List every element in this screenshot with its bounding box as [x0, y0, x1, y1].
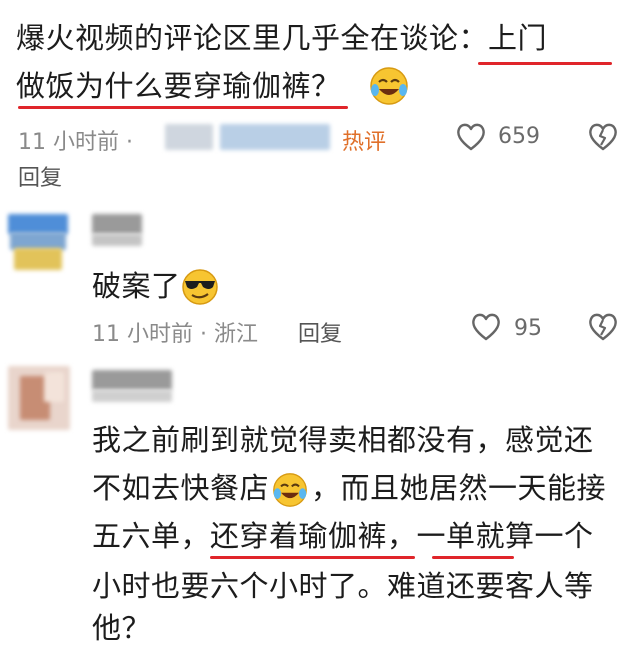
reply-button[interactable]: 回复: [18, 160, 62, 192]
avatar[interactable]: [8, 210, 68, 272]
blurred-username: [92, 234, 142, 246]
comment-text-line1: 我之前刷到就觉得卖相都没有，感觉还: [92, 423, 594, 457]
sunglasses-emoji-icon: [180, 268, 220, 306]
blurred-username: [92, 370, 172, 390]
avatar[interactable]: [8, 366, 70, 430]
blurred-username: [92, 214, 142, 234]
comment-text-line5: 他？: [92, 611, 152, 645]
like-count: 95: [514, 316, 542, 341]
blurred-username: [220, 124, 330, 150]
hot-comment-badge: 热评: [342, 130, 387, 155]
reply-button[interactable]: 回复: [298, 316, 342, 348]
highlight-underline: [210, 556, 415, 559]
comment-text-line4: 小时也要六个小时了。难道还要客人等: [92, 569, 594, 603]
heart-icon[interactable]: [455, 122, 487, 152]
blurred-username: [165, 124, 213, 150]
comment-text: 破案了: [92, 269, 181, 303]
highlight-underline: [478, 62, 612, 65]
crying-laughing-emoji-icon: [271, 472, 309, 508]
crying-laughing-emoji-icon: [368, 66, 410, 106]
post-text-line2: 做饭为什么要穿瑜伽裤？: [16, 69, 341, 103]
comment-text-segment: ，而且她居然一天能接: [311, 471, 607, 505]
broken-heart-icon[interactable]: [587, 122, 619, 152]
highlight-underline: [18, 106, 348, 109]
like-count: 659: [498, 124, 540, 149]
comment-text-segment: 不如去快餐店: [92, 471, 270, 505]
heart-icon[interactable]: [470, 312, 502, 342]
broken-heart-icon[interactable]: [587, 312, 619, 342]
post-text-line1: 爆火视频的评论区里几乎全在谈论：上门: [16, 21, 548, 55]
comment-time-location: 11 小时前 · 浙江: [92, 322, 258, 347]
comment-text-line2: 不如去快餐店 ，而且她居然一天能接: [92, 464, 606, 512]
comment-text-line3: 五六单，还穿着瑜伽裤，一单就算一个: [92, 519, 594, 553]
post-time: 11 小时前 ·: [18, 130, 133, 155]
highlight-underline: [432, 556, 514, 559]
blurred-username: [92, 390, 172, 402]
